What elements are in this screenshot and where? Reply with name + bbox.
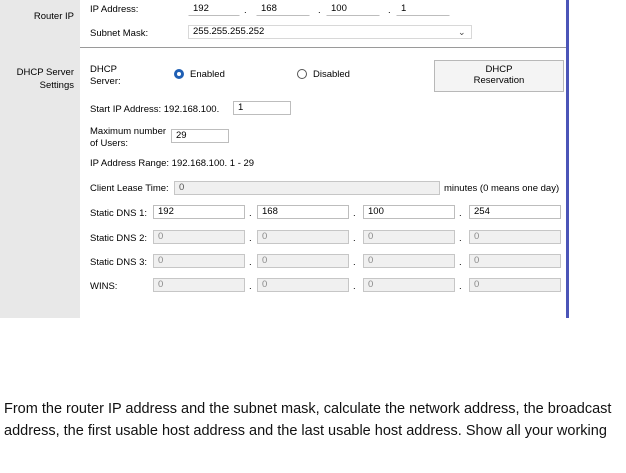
- dns1-octet-2[interactable]: 168: [257, 205, 349, 219]
- dns2-octet-3[interactable]: 0: [363, 230, 455, 244]
- lease-time-unit: minutes (0 means one day): [444, 183, 560, 194]
- ip-dot: .: [353, 233, 356, 244]
- ip-dot: .: [244, 5, 247, 16]
- lease-time-input[interactable]: 0: [174, 181, 440, 195]
- enabled-radio[interactable]: [174, 69, 184, 79]
- dns2-octet-1[interactable]: 0: [153, 230, 245, 244]
- ip-dot: .: [249, 281, 252, 292]
- dhcp-section-label-line2: Settings: [39, 80, 74, 91]
- question-text: From the router IP address and the subne…: [4, 401, 612, 439]
- max-users-input[interactable]: 29: [171, 129, 229, 143]
- dhcp-reservation-button[interactable]: DHCP Reservation: [434, 60, 564, 92]
- ip-dot: .: [459, 257, 462, 268]
- dns1-octet-4[interactable]: 254: [469, 205, 561, 219]
- ip-dot: .: [388, 5, 391, 16]
- lease-time-label: Client Lease Time:: [90, 183, 169, 194]
- router-ip-section-label: Router IP: [33, 11, 74, 22]
- dns3-octet-3[interactable]: 0: [363, 254, 455, 268]
- ip-dot: .: [249, 208, 252, 219]
- dhcp-reservation-label-line2: Reservation: [473, 75, 525, 86]
- static-dns1-label: Static DNS 1:: [90, 208, 148, 219]
- ip-dot: .: [353, 281, 356, 292]
- dns3-octet-1[interactable]: 0: [153, 254, 245, 268]
- wins-octet-3[interactable]: 0: [363, 278, 455, 292]
- enabled-label: Enabled: [190, 69, 225, 80]
- wins-octet-4[interactable]: 0: [469, 278, 561, 292]
- dns2-octet-2[interactable]: 0: [257, 230, 349, 244]
- max-users-label-line2: of Users:: [90, 138, 129, 149]
- router-settings-screenshot: Router IP IP Address: 192 . 168 . 100 . …: [0, 0, 569, 318]
- static-dns3-label: Static DNS 3:: [90, 257, 148, 268]
- ip-octet-1[interactable]: 192: [188, 2, 240, 16]
- dns1-octet-1[interactable]: 192: [153, 205, 245, 219]
- ip-dot: .: [353, 257, 356, 268]
- ip-dot: .: [353, 208, 356, 219]
- ip-octet-2[interactable]: 168: [256, 2, 310, 16]
- dns3-octet-2[interactable]: 0: [257, 254, 349, 268]
- section-divider: [80, 47, 566, 48]
- ip-octet-3[interactable]: 100: [326, 2, 380, 16]
- ip-dot: .: [459, 281, 462, 292]
- start-ip-label: Start IP Address: 192.168.100.: [90, 104, 220, 115]
- wins-octet-1[interactable]: 0: [153, 278, 245, 292]
- dhcp-reservation-label-line1: DHCP: [485, 64, 513, 75]
- ip-dot: .: [459, 233, 462, 244]
- ip-dot: .: [459, 208, 462, 219]
- window-edge: [566, 0, 569, 318]
- disabled-radio[interactable]: [297, 69, 307, 79]
- dns3-octet-4[interactable]: 0: [469, 254, 561, 268]
- ip-address-label: IP Address:: [90, 4, 139, 15]
- start-ip-input[interactable]: 1: [233, 101, 291, 115]
- dhcp-section-label-line1: DHCP Server: [16, 67, 74, 78]
- static-dns2-label: Static DNS 2:: [90, 233, 148, 244]
- section-label-column: [0, 0, 80, 318]
- dhcp-server-label-line1: DHCP: [90, 64, 117, 75]
- dns2-octet-4[interactable]: 0: [469, 230, 561, 244]
- ip-dot: .: [249, 257, 252, 268]
- subnet-mask-select[interactable]: 255.255.255.252: [188, 25, 472, 39]
- ip-dot: .: [249, 233, 252, 244]
- dns1-octet-3[interactable]: 100: [363, 205, 455, 219]
- wins-label: WINS:: [90, 281, 118, 292]
- subnet-mask-label: Subnet Mask:: [90, 28, 149, 39]
- ip-dot: .: [318, 5, 321, 16]
- max-users-label-line1: Maximum number: [90, 126, 167, 137]
- wins-octet-2[interactable]: 0: [257, 278, 349, 292]
- dhcp-server-label-line2: Server:: [90, 76, 121, 87]
- chevron-down-icon[interactable]: ⌄: [458, 27, 466, 38]
- ip-range-text: IP Address Range: 192.168.100. 1 - 29: [90, 158, 255, 169]
- disabled-label: Disabled: [313, 69, 350, 80]
- ip-octet-4[interactable]: 1: [396, 2, 450, 16]
